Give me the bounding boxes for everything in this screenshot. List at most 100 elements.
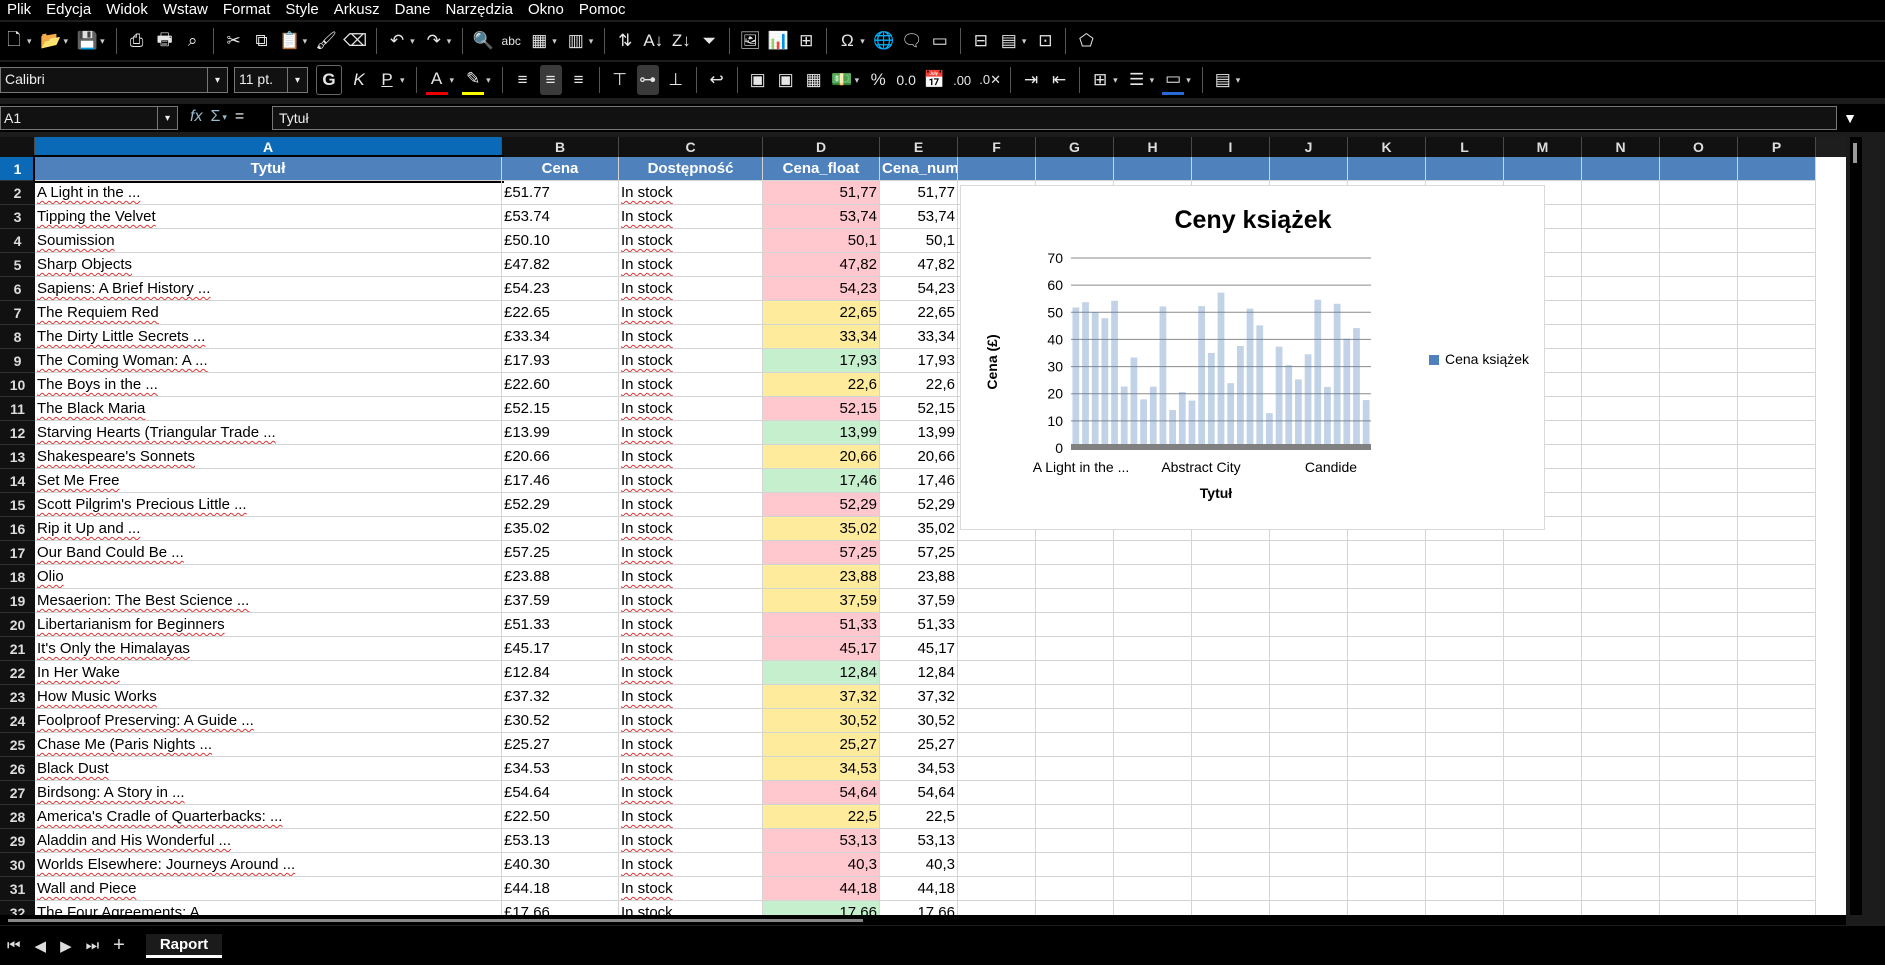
cell-J19[interactable]	[1270, 589, 1348, 613]
cell-I21[interactable]	[1192, 637, 1270, 661]
cell-E16[interactable]: 35,02	[880, 517, 958, 541]
cell-E14[interactable]: 17,46	[880, 469, 958, 493]
cell-O9[interactable]	[1660, 349, 1738, 373]
cell-D13[interactable]: 20,66	[763, 445, 880, 469]
border-color-icon[interactable]: ▭	[1162, 65, 1185, 95]
cell-A19[interactable]: Mesaerion: The Best Science ...	[35, 589, 502, 613]
cell-J32[interactable]	[1270, 901, 1348, 915]
cell-N3[interactable]	[1582, 205, 1660, 229]
cell-P3[interactable]	[1738, 205, 1816, 229]
cell-P10[interactable]	[1738, 373, 1816, 397]
cell-N13[interactable]	[1582, 445, 1660, 469]
cell-M21[interactable]	[1504, 637, 1582, 661]
cell-D16[interactable]: 35,02	[763, 517, 880, 541]
cell-H23[interactable]	[1114, 685, 1192, 709]
print-icon[interactable]: 🖶	[154, 26, 176, 56]
chevron-down-icon[interactable]: ▾	[287, 68, 307, 92]
cell-B8[interactable]: £33.34	[502, 325, 619, 349]
cell-N8[interactable]	[1582, 325, 1660, 349]
cell-D20[interactable]: 51,33	[763, 613, 880, 637]
cell-C4[interactable]: In stock	[619, 229, 763, 253]
clear-formatting-icon[interactable]: ⌫	[343, 26, 367, 56]
row-header[interactable]: 16	[0, 517, 35, 541]
spelling-icon[interactable]: abc	[500, 26, 522, 56]
cell-H29[interactable]	[1114, 829, 1192, 853]
cell-O3[interactable]	[1660, 205, 1738, 229]
cell-L25[interactable]	[1426, 733, 1504, 757]
cell-M26[interactable]	[1504, 757, 1582, 781]
cell-G30[interactable]	[1036, 853, 1114, 877]
cell-B21[interactable]: £45.17	[502, 637, 619, 661]
cell-A6[interactable]: Sapiens: A Brief History ...	[35, 277, 502, 301]
cell-B26[interactable]: £34.53	[502, 757, 619, 781]
headers-footers-icon[interactable]: ▭	[929, 26, 951, 56]
cell-D26[interactable]: 34,53	[763, 757, 880, 781]
cell-E20[interactable]: 51,33	[880, 613, 958, 637]
cell-O24[interactable]	[1660, 709, 1738, 733]
cell-F27[interactable]	[958, 781, 1036, 805]
align-bottom-icon[interactable]: ⊥	[665, 65, 687, 95]
paste-icon[interactable]: 📋	[279, 26, 301, 56]
cell-D10[interactable]: 22,6	[763, 373, 880, 397]
cell-A25[interactable]: Chase Me (Paris Nights ...	[35, 733, 502, 757]
cell-B9[interactable]: £17.93	[502, 349, 619, 373]
cell-E26[interactable]: 34,53	[880, 757, 958, 781]
conditional-dropdown[interactable]: ▾	[1236, 75, 1241, 86]
cell-J26[interactable]	[1270, 757, 1348, 781]
row-header[interactable]: 23	[0, 685, 35, 709]
cell-A10[interactable]: The Boys in the ...	[35, 373, 502, 397]
cell-M29[interactable]	[1504, 829, 1582, 853]
cell-B10[interactable]: £22.60	[502, 373, 619, 397]
cell-A17[interactable]: Our Band Could Be ...	[35, 541, 502, 565]
cell-I27[interactable]	[1192, 781, 1270, 805]
cell-C1[interactable]: Dostępność	[619, 157, 763, 181]
cell-F25[interactable]	[958, 733, 1036, 757]
unmerge-cells-icon[interactable]: ▦	[803, 65, 825, 95]
cell-P22[interactable]	[1738, 661, 1816, 685]
cell-D31[interactable]: 44,18	[763, 877, 880, 901]
row-header[interactable]: 20	[0, 613, 35, 637]
cell-E31[interactable]: 44,18	[880, 877, 958, 901]
cell-B2[interactable]: £51.77	[502, 181, 619, 205]
row-header[interactable]: 8	[0, 325, 35, 349]
cell-O16[interactable]	[1660, 517, 1738, 541]
cell-P9[interactable]	[1738, 349, 1816, 373]
cell-J24[interactable]	[1270, 709, 1348, 733]
cell-B1[interactable]: Cena	[502, 157, 619, 181]
cell-K27[interactable]	[1348, 781, 1426, 805]
cell-O22[interactable]	[1660, 661, 1738, 685]
cell-B27[interactable]: £54.64	[502, 781, 619, 805]
cell-L30[interactable]	[1426, 853, 1504, 877]
cell-E23[interactable]: 37,32	[880, 685, 958, 709]
cell-C32[interactable]: In stock	[619, 901, 763, 915]
cell-L27[interactable]	[1426, 781, 1504, 805]
cell-B17[interactable]: £57.25	[502, 541, 619, 565]
cell-C31[interactable]: In stock	[619, 877, 763, 901]
cell-C16[interactable]: In stock	[619, 517, 763, 541]
row-header[interactable]: 2	[0, 181, 35, 205]
sheet-tab-raport[interactable]: Raport	[145, 933, 223, 958]
cell-D5[interactable]: 47,82	[763, 253, 880, 277]
column-header-P[interactable]: P	[1738, 137, 1816, 157]
row-header[interactable]: 3	[0, 205, 35, 229]
cell-A28[interactable]: America's Cradle of Quarterbacks: ...	[35, 805, 502, 829]
cell-N18[interactable]	[1582, 565, 1660, 589]
cell-I25[interactable]	[1192, 733, 1270, 757]
cell-C27[interactable]: In stock	[619, 781, 763, 805]
cell-K17[interactable]	[1348, 541, 1426, 565]
cell-N12[interactable]	[1582, 421, 1660, 445]
cell-L32[interactable]	[1426, 901, 1504, 915]
cell-I1[interactable]	[1192, 157, 1270, 181]
freeze-rows-icon[interactable]: ▤	[998, 26, 1020, 56]
menu-item-3[interactable]: Wstaw	[156, 0, 216, 20]
scroll-thumb[interactable]	[8, 919, 863, 922]
autofilter-icon[interactable]: ⏷	[698, 26, 720, 56]
font-size-combo[interactable]: 11 pt. ▾	[234, 67, 308, 93]
cell-O18[interactable]	[1660, 565, 1738, 589]
column-header-K[interactable]: K	[1348, 137, 1426, 157]
cell-E10[interactable]: 22,6	[880, 373, 958, 397]
cell-P15[interactable]	[1738, 493, 1816, 517]
cell-H27[interactable]	[1114, 781, 1192, 805]
find-replace-icon[interactable]: 🔍	[472, 26, 494, 56]
select-all-corner[interactable]	[0, 137, 35, 157]
